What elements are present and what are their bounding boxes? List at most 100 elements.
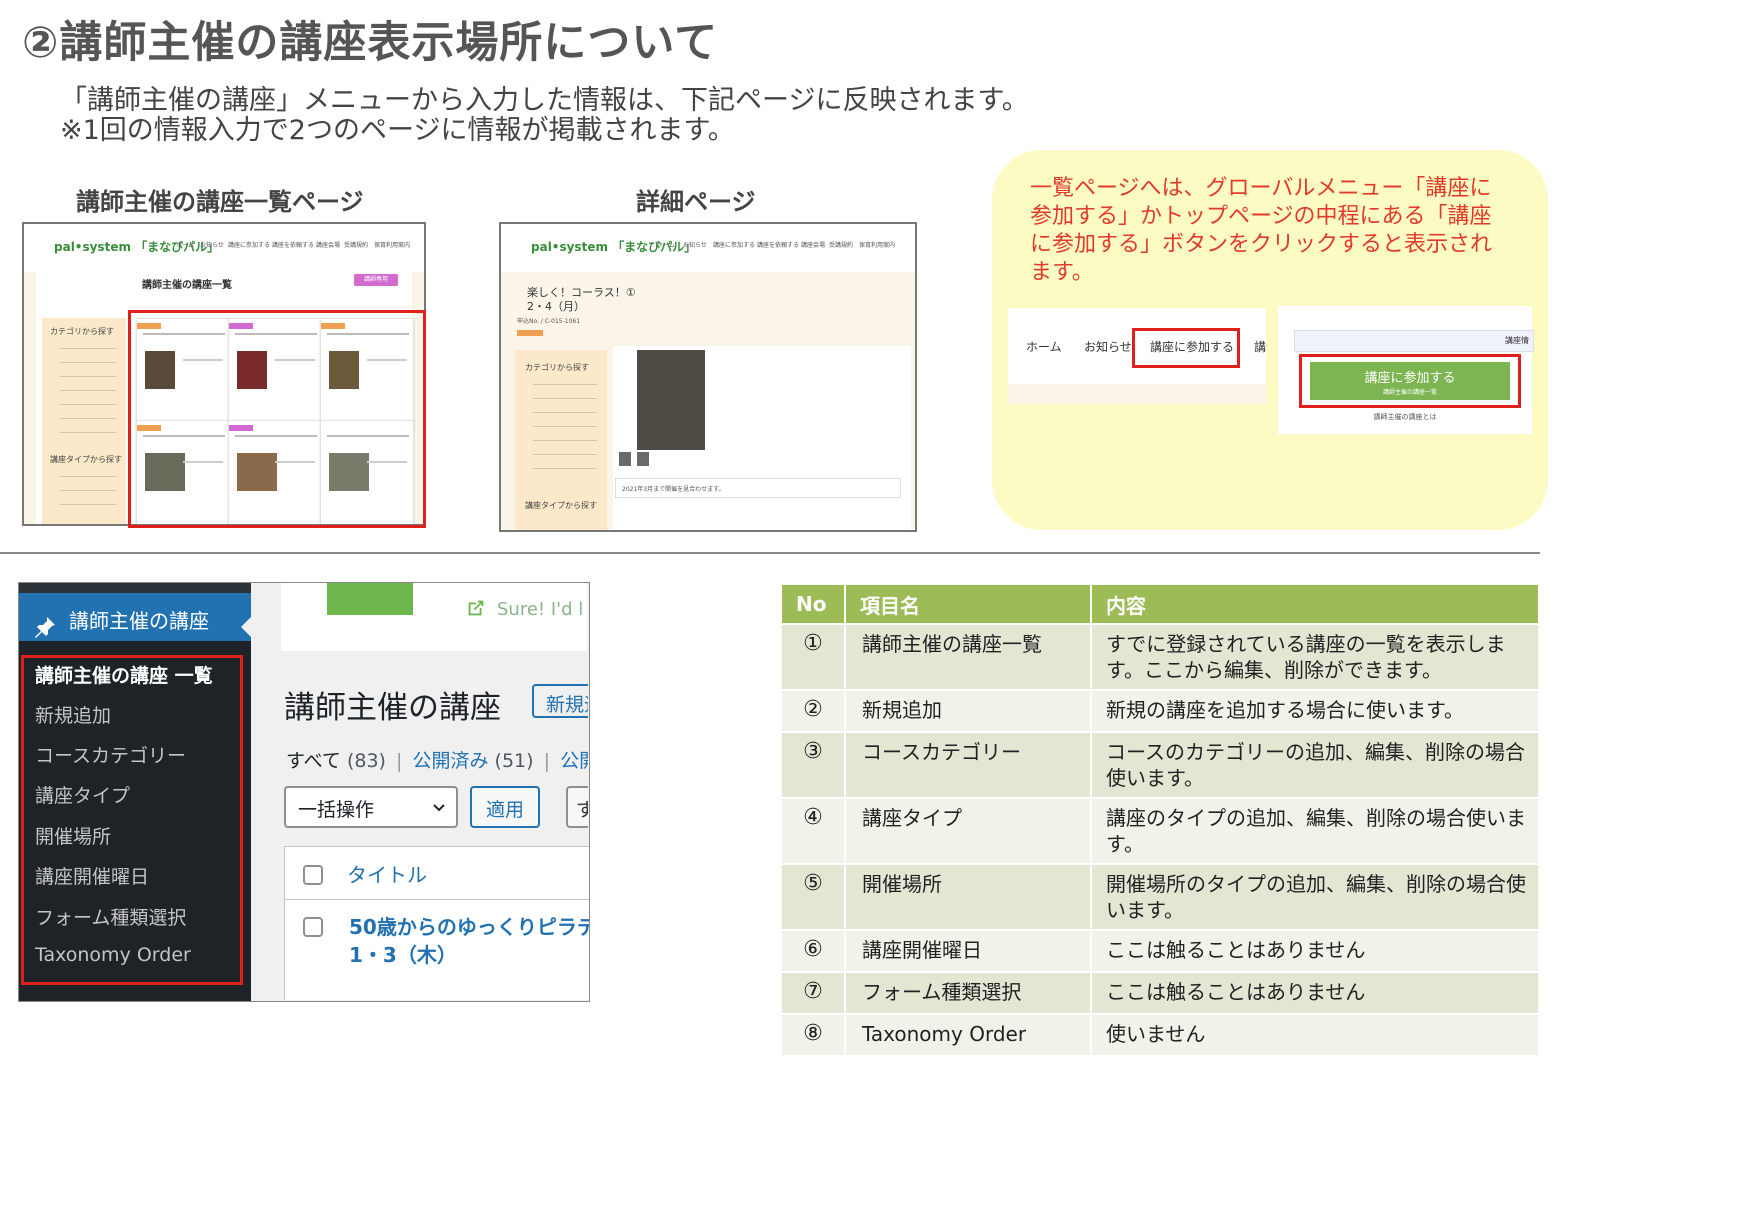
- page-title: ②講師主催の講座表示場所について: [22, 18, 719, 68]
- row-desc: 使いません: [1091, 1013, 1540, 1055]
- row-desc: コースのカテゴリーの追加、編集、削除の場合使います。: [1091, 731, 1540, 798]
- th-no: No: [782, 585, 846, 624]
- wp-table-header: タイトル: [285, 847, 589, 900]
- row-no: ④: [782, 797, 846, 864]
- wp-select-all-checkbox[interactable]: [303, 865, 323, 885]
- menu-description-table: No 項目名 内容 ① 講師主催の講座一覧 すでに登録されている講座の一覧を表示…: [782, 585, 1540, 1055]
- crop-top-bar: 講座情: [1294, 330, 1534, 352]
- global-menu-highlight: [1132, 328, 1240, 368]
- wp-filter-partial[interactable]: 公開: [560, 750, 588, 772]
- table-row: ③ コースカテゴリー コースのカテゴリーの追加、編集、削除の場合使います。: [782, 731, 1540, 798]
- site-menu-venue: 講座会場: [316, 242, 341, 249]
- row-desc: 新規の講座を追加する場合に使います。: [1091, 689, 1540, 732]
- wp-col-title[interactable]: タイトル: [347, 859, 427, 888]
- list-sidebar: カテゴリから探す 講座タイプから探す: [42, 318, 126, 524]
- row-no: ①: [782, 623, 846, 690]
- list-section-label: 講師主催の講座一覧ページ: [76, 188, 364, 216]
- wp-apply-button[interactable]: 適用: [470, 786, 540, 828]
- wp-page-title: 講師主催の講座: [284, 690, 501, 726]
- row-name: 開催場所: [845, 863, 1092, 930]
- row-no: ③: [782, 731, 846, 798]
- row-no: ⑧: [782, 1013, 846, 1055]
- table-header-row: No 項目名 内容: [782, 585, 1540, 624]
- row-name: コースカテゴリー: [845, 731, 1092, 798]
- wp-notice: Sure! I'd l: [281, 583, 587, 651]
- wp-filter-published[interactable]: 公開済み: [412, 750, 488, 772]
- crop-below-button[interactable]: 講師主催の講座とは: [1278, 412, 1532, 422]
- site-menu-news: お知らせ: [683, 242, 707, 249]
- crop-nav-home: ホーム: [1026, 340, 1062, 354]
- wp-add-new-label: 新規追: [546, 694, 588, 716]
- row-name: 講座開催曜日: [845, 929, 1092, 972]
- site-menu-news: お知らせ: [200, 242, 224, 249]
- wp-row-title-line2: 1・3（木）: [349, 943, 457, 967]
- site-menu-childcare: 保育利用案内: [374, 242, 411, 249]
- wp-bulk-action-label: 一括操作: [298, 799, 375, 821]
- row-name: フォーム種類選択: [845, 971, 1092, 1014]
- sidebar-type-heading: 講座タイプから探す: [50, 455, 122, 464]
- detail-section-label: 詳細ページ: [636, 188, 756, 216]
- wp-menu-course[interactable]: 講師主催の講座: [19, 593, 253, 641]
- detail-page-screenshot: pal•system 「まなびパル」 ホーム お知らせ 講座に参加する 講座を依…: [499, 222, 917, 532]
- detail-date: 2・4（月）: [527, 300, 585, 313]
- site-menu-request: 講座を依頼する: [272, 242, 315, 249]
- th-desc: 内容: [1091, 585, 1540, 624]
- wp-admin-sidebar: 講師主催の講座 講師主催の講座 一覧 新規追加 コースカテゴリー 講座タイプ 開…: [19, 583, 253, 1001]
- wp-filter-links: すべて (83) | 公開済み (51) | 公開: [286, 746, 588, 773]
- row-name: Taxonomy Order: [845, 1013, 1092, 1055]
- table-row: ⑧ Taxonomy Order 使いません: [782, 1013, 1540, 1055]
- table-row: ⑦ フォーム種類選択 ここは触ることはありません: [782, 971, 1540, 1014]
- wp-filter-all[interactable]: すべて: [286, 750, 341, 772]
- section-divider: [0, 552, 1540, 554]
- row-no: ②: [782, 689, 846, 732]
- wp-bulk-action-select[interactable]: 一括操作: [284, 786, 458, 828]
- crop-nav-partial: 講座: [1254, 340, 1266, 354]
- wp-filter-all-count: (83): [346, 750, 386, 772]
- site-menu-venue: 講座会場: [801, 242, 826, 249]
- detail-tag: [517, 330, 543, 336]
- site-menu-join: 講座に参加する: [713, 242, 756, 249]
- row-desc: 講座のタイプの追加、編集、削除の場合使います。: [1091, 797, 1540, 864]
- external-link-icon[interactable]: [465, 597, 487, 619]
- top-button-highlight: [1299, 354, 1521, 408]
- row-desc: ここは触ることはありません: [1091, 929, 1540, 972]
- site-menu-home: ホーム: [176, 242, 194, 249]
- wp-submenu-highlight: [21, 655, 243, 985]
- wp-filter-published-count: (51): [494, 750, 534, 772]
- row-desc: すでに登録されている講座の一覧を表示します。ここから編集、削除ができます。: [1091, 623, 1540, 690]
- site-menu-join: 講座に参加する: [228, 242, 271, 249]
- pin-icon: [35, 617, 55, 638]
- row-desc: ここは触ることはありません: [1091, 971, 1540, 1014]
- wp-add-new-button[interactable]: 新規追: [532, 684, 588, 718]
- row-no: ⑦: [782, 971, 846, 1014]
- wp-notice-text[interactable]: Sure! I'd l: [497, 599, 587, 620]
- wp-row-title[interactable]: 50歳からのゆっくりピラテ 1・3（木）: [349, 913, 589, 969]
- site-menu-terms: 受講規約: [344, 242, 369, 249]
- wp-partial-button[interactable]: す: [566, 786, 588, 828]
- site-logo: pal•system 「まなびパル」: [54, 240, 220, 254]
- active-arrow-icon: [241, 615, 253, 639]
- list-page-button: 講師専用: [354, 274, 398, 286]
- wp-menu-course-label: 講師主催の講座: [69, 609, 209, 633]
- intro-line-2: ※1回の情報入力で2つのページに情報が掲載されます。: [60, 115, 735, 146]
- detail-thumb[interactable]: [619, 452, 631, 466]
- crop-nav-band: [1008, 384, 1266, 404]
- wp-notice-image: [327, 583, 413, 615]
- sidebar-category-heading: カテゴリから探す: [525, 363, 589, 372]
- table-row: ⑤ 開催場所 開催場所のタイプの追加、編集、削除の場合使います。: [782, 863, 1540, 930]
- chevron-down-icon: [433, 804, 445, 812]
- row-no: ⑥: [782, 929, 846, 972]
- row-name: 講座タイプ: [845, 797, 1092, 864]
- site-menu-home: ホーム: [657, 242, 675, 249]
- site-menu-request: 講座を依頼する: [757, 242, 800, 249]
- detail-sidebar: カテゴリから探す 講座タイプから探す: [515, 350, 607, 530]
- row-desc: 開催場所のタイプの追加、編集、削除の場合使います。: [1091, 863, 1540, 930]
- detail-thumb[interactable]: [637, 452, 649, 466]
- callout-text: 一覧ページへは、グローバルメニュー「講座に参加する」かトップページの中程にある「…: [1030, 176, 1493, 285]
- wp-row-checkbox[interactable]: [303, 917, 323, 937]
- list-page-heading: 講師主催の講座一覧: [142, 280, 232, 291]
- site-menu-childcare: 保育利用案内: [859, 242, 896, 249]
- sidebar-category-heading: カテゴリから探す: [50, 327, 114, 336]
- site-nav: pal•system 「まなびパル」 ホーム お知らせ 講座に参加する 講座を依…: [501, 224, 915, 272]
- wp-row-title-line1: 50歳からのゆっくりピラテ: [349, 915, 589, 939]
